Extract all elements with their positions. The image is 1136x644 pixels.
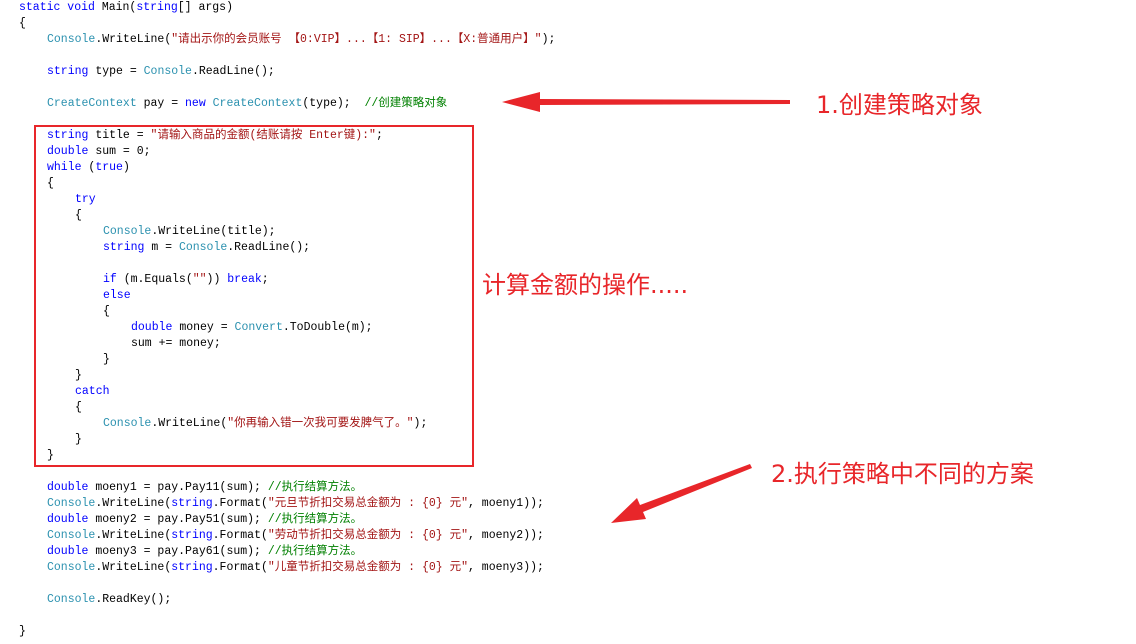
arrow-step2 xyxy=(611,464,752,523)
arrow-step1 xyxy=(502,92,790,112)
annotation-calc: 计算金额的操作..... xyxy=(482,271,689,299)
annotation-step1: 1.创建策略对象 xyxy=(816,91,983,119)
annotation-step2: 2.执行策略中不同的方案 xyxy=(771,460,1034,488)
